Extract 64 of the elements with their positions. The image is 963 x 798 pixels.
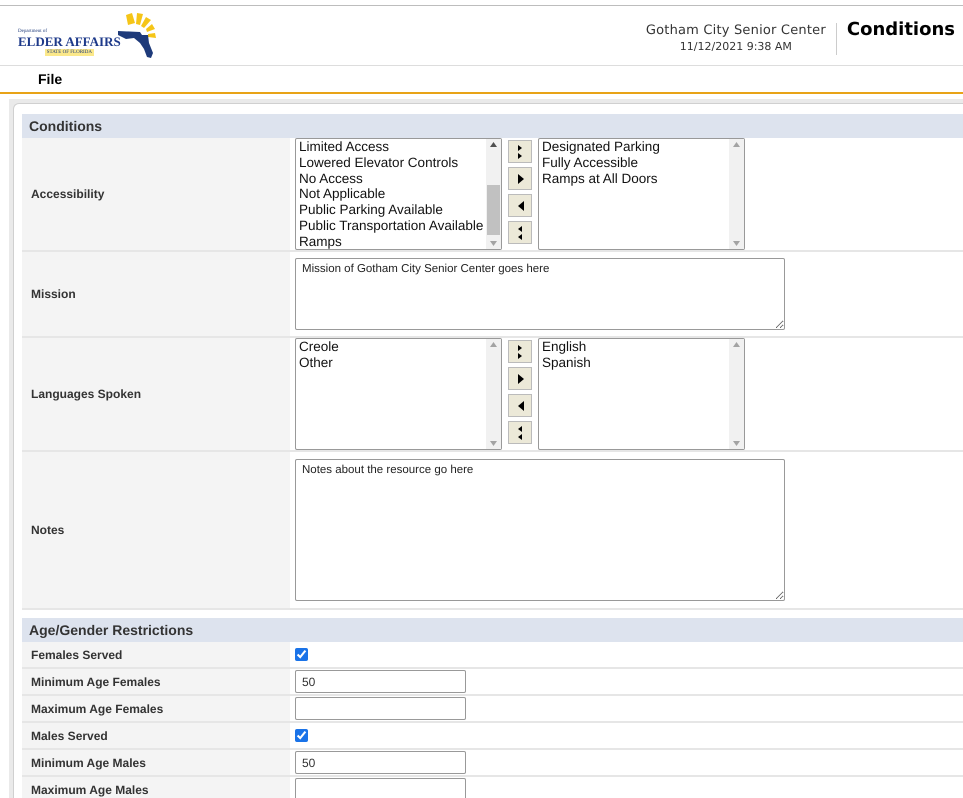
list-box[interactable]: English Spanish [538,338,745,450]
logo-wordmark: ELDER AFFAIRS [18,34,121,48]
list-option[interactable]: Not Applicable [299,186,486,202]
list-option[interactable]: Public Transportation Available [299,218,486,234]
field-label: Females Served [31,646,122,664]
list-option[interactable]: Creole [299,339,486,355]
input-field[interactable] [295,778,466,798]
section-title: Conditions [29,116,102,136]
list-option[interactable]: Limited Access [299,139,486,155]
checkbox[interactable] [295,648,308,661]
field-label: Notes [31,522,64,539]
page-title: Conditions [846,18,955,42]
field-label: Mission [31,286,76,303]
input-field[interactable] [295,697,466,720]
list-option[interactable]: Ramps [299,234,486,249]
scrollbar-thumb[interactable] [487,185,500,235]
move-button[interactable] [508,194,532,217]
input-field[interactable]: 50 [295,670,466,693]
section-title: Age/Gender Restrictions [29,620,194,640]
scrollbar[interactable] [729,139,744,249]
scroll-up-icon [733,342,740,347]
scroll-down-icon [490,441,497,446]
checkbox[interactable] [295,729,308,742]
field-label: Maximum Age Males [31,782,149,798]
timestamp: 11/12/2021 9:38 AM [680,38,792,54]
list-option[interactable]: Public Parking Available [299,202,486,218]
field-label: Maximum Age Females [31,700,164,718]
move-button[interactable] [508,140,532,163]
move-button[interactable] [508,167,532,190]
scrollbar[interactable] [486,139,501,249]
move-button[interactable] [508,394,532,417]
list-option[interactable]: Lowered Elevator Controls [299,154,486,171]
list-option[interactable]: Other [299,354,486,371]
list-box[interactable]: Limited Access Lowered Elevator Controls No Access Not Applicable Public Parking Available Public Transportation Available Ramps [295,138,502,250]
move-button[interactable] [508,367,532,390]
scroll-down-icon [733,241,740,246]
field-label: Males Served [31,728,108,744]
text-area[interactable]: Notes about the resource go here [295,459,785,601]
list-option[interactable]: English [542,339,729,355]
scroll-up-icon [733,142,740,147]
scroll-up-icon [490,342,497,347]
input-field[interactable]: 50 [295,751,466,774]
list-option[interactable]: Designated Parking [542,139,729,155]
field-label: Minimum Age Females [31,674,161,690]
move-button[interactable] [508,221,532,244]
list-box[interactable]: Designated Parking Fully Accessible Ramps at All Doors [538,138,745,250]
list-option[interactable]: Spanish [542,354,729,371]
list-option[interactable]: No Access [299,170,486,186]
move-button[interactable] [508,421,532,444]
text-area[interactable]: Mission of Gotham City Senior Center goes here [295,258,785,330]
move-button[interactable] [508,340,532,363]
field-label: Accessibility [31,186,104,203]
list-option[interactable]: Ramps at All Doors [542,170,729,186]
scrollbar[interactable] [486,339,501,449]
scrollbar[interactable] [729,339,744,449]
scroll-down-icon [733,441,740,446]
scroll-down-icon [490,241,497,246]
list-option[interactable]: Fully Accessible [542,154,729,171]
organization-name: Gotham City Senior Center [646,22,826,38]
field-label: Languages Spoken [31,386,142,403]
field-label: Minimum Age Males [31,754,146,772]
menu-item[interactable]: File [38,68,62,90]
list-box[interactable]: Creole Other [295,338,502,450]
scroll-up-icon [490,142,497,147]
